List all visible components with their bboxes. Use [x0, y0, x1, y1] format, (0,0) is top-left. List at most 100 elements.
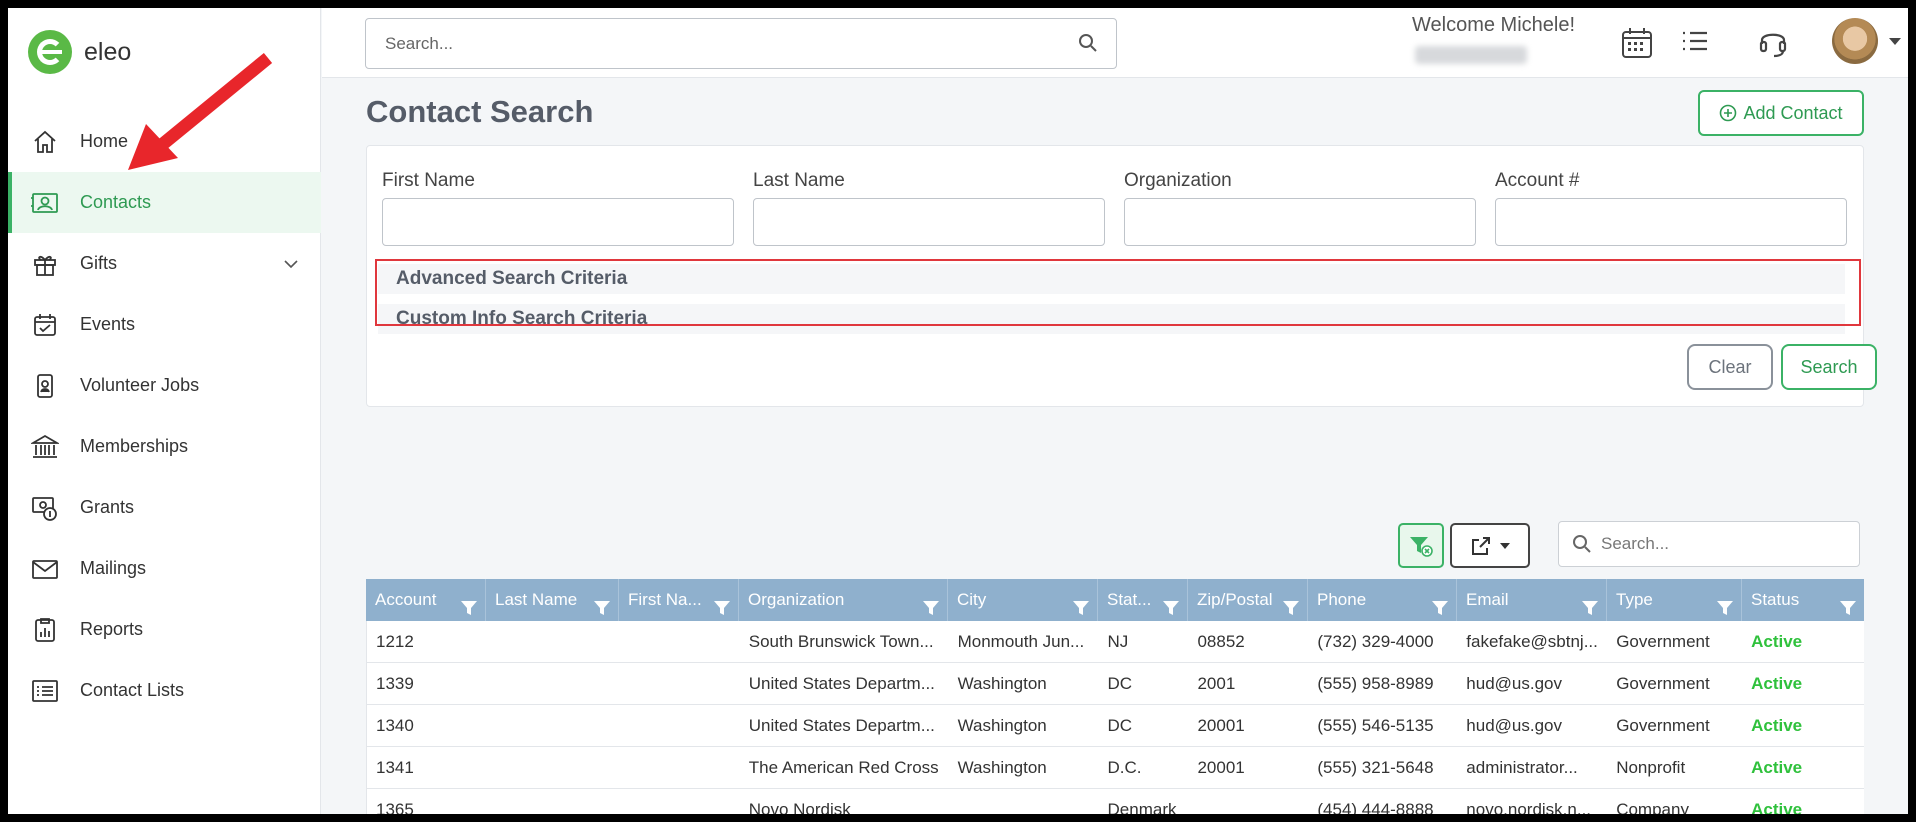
sidebar-item-grants[interactable]: Grants — [8, 477, 321, 538]
filter-icon[interactable] — [1839, 591, 1857, 621]
column-header-status[interactable]: Status — [1742, 579, 1864, 621]
first-name-label: First Name — [382, 170, 475, 191]
filter-icon[interactable] — [1162, 591, 1180, 621]
clear-button[interactable]: Clear — [1687, 344, 1773, 390]
cell-city: Washington — [957, 758, 1047, 777]
cell-state: Denmark — [1107, 800, 1177, 814]
cell-type: Government — [1616, 632, 1710, 651]
filter-icon[interactable] — [713, 591, 731, 621]
search-button[interactable]: Search — [1781, 344, 1877, 390]
table-row[interactable]: 1339 United States Departm... Washington DC… — [366, 663, 1864, 705]
last-name-field[interactable] — [753, 198, 1105, 246]
task-list-icon[interactable] — [1680, 26, 1710, 61]
column-header-zip[interactable]: Zip/Postal — [1188, 579, 1308, 621]
column-header-phone[interactable]: Phone — [1308, 579, 1457, 621]
cell-organization: The American Red Cross — [748, 758, 939, 777]
cell-status: Active — [1751, 758, 1803, 777]
grid-search — [1558, 521, 1860, 567]
column-header-account[interactable]: Account — [366, 579, 486, 621]
filter-icon[interactable] — [460, 591, 478, 621]
cell-status: Active — [1751, 716, 1803, 735]
column-header-state[interactable]: Stat... — [1098, 579, 1188, 621]
column-header-email[interactable]: Email — [1457, 579, 1607, 621]
bank-icon — [30, 432, 60, 462]
search-icon[interactable] — [1078, 33, 1098, 58]
filter-icon[interactable] — [593, 591, 611, 621]
cell-type: Nonprofit — [1616, 758, 1686, 777]
organization-field[interactable] — [1124, 198, 1476, 246]
cell-last-name — [487, 747, 620, 788]
sidebar-item-label: Home — [80, 131, 129, 151]
cell-state: DC — [1107, 716, 1133, 735]
account-number-field[interactable] — [1495, 198, 1847, 246]
headset-icon[interactable] — [1758, 26, 1788, 63]
column-header-city[interactable]: City — [948, 579, 1098, 621]
sidebar-item-contacts[interactable]: Contacts — [8, 172, 321, 233]
column-label: Email — [1466, 590, 1509, 609]
column-header-first-name[interactable]: First Na... — [619, 579, 739, 621]
report-icon — [30, 615, 60, 645]
sidebar-item-label: Memberships — [80, 436, 189, 456]
table-row[interactable]: 1340 United States Departm... Washington DC… — [366, 705, 1864, 747]
table-body: 1212 South Brunswick Town... Monmouth Jun.… — [366, 621, 1864, 814]
column-header-type[interactable]: Type — [1607, 579, 1742, 621]
column-header-organization[interactable]: Organization — [739, 579, 948, 621]
avatar[interactable] — [1832, 18, 1878, 64]
cell-type: Government — [1616, 716, 1710, 735]
filter-icon[interactable] — [1431, 591, 1449, 621]
filter-icon[interactable] — [1581, 591, 1599, 621]
clear-filter-button[interactable] — [1398, 523, 1444, 568]
cell-zip: 20001 — [1197, 716, 1245, 735]
column-label: Zip/Postal — [1197, 590, 1273, 609]
last-name-label: Last Name — [753, 170, 845, 191]
search-icon — [1572, 534, 1592, 559]
caret-down-icon[interactable] — [1889, 38, 1901, 45]
sidebar-item-mailings[interactable]: Mailings — [8, 538, 321, 599]
sidebar-item-volunteer-jobs[interactable]: Volunteer Jobs — [8, 355, 321, 416]
global-search-input[interactable] — [366, 19, 1046, 68]
table-row[interactable]: 1212 South Brunswick Town... Monmouth Jun.… — [366, 621, 1864, 663]
add-contact-button[interactable]: Add Contact — [1698, 90, 1864, 136]
sidebar-item-memberships[interactable]: Memberships — [8, 416, 321, 477]
filter-icon[interactable] — [1716, 591, 1734, 621]
sidebar-item-label: Grants — [80, 497, 135, 517]
eleo-logo-icon — [28, 30, 72, 74]
sidebar-item-label: Contact Lists — [80, 680, 185, 700]
table-header: Account Last Name First Na... Organizati… — [366, 579, 1864, 621]
cell-first-name — [620, 789, 740, 814]
grid-search-input[interactable] — [1601, 522, 1851, 566]
sidebar-item-label: Gifts — [80, 253, 118, 273]
logo-text: eleo — [84, 37, 132, 66]
column-label: Account — [375, 590, 437, 609]
table-row[interactable]: 1341 The American Red Cross Washington D.C.… — [366, 747, 1864, 789]
results-table: Account Last Name First Na... Organizati… — [366, 579, 1864, 814]
sidebar-item-contact-lists[interactable]: Contact Lists — [8, 660, 321, 721]
filter-icon[interactable] — [922, 591, 940, 621]
cell-last-name — [487, 663, 620, 704]
export-dropdown-button[interactable] — [1450, 523, 1530, 568]
global-search — [365, 18, 1117, 69]
organization-label: Organization — [1124, 170, 1232, 191]
cell-zip — [1188, 789, 1308, 814]
column-header-last-name[interactable]: Last Name — [486, 579, 619, 621]
cell-city: Washington — [957, 674, 1047, 693]
chevron-down-icon[interactable] — [283, 253, 299, 274]
annotation-highlight-box — [375, 259, 1861, 326]
cell-email: hud@us.gov — [1466, 716, 1562, 735]
sidebar-item-gifts[interactable]: Gifts — [8, 233, 321, 294]
sidebar-item-reports[interactable]: Reports — [8, 599, 321, 660]
filter-icon[interactable] — [1282, 591, 1300, 621]
caret-down-icon — [1500, 542, 1510, 549]
list-icon — [30, 676, 60, 706]
calendar-icon[interactable] — [1620, 26, 1654, 65]
cell-email: administrator... — [1466, 758, 1578, 777]
annotation-arrow-icon — [128, 52, 273, 170]
table-row[interactable]: 1365 Novo Nordisk Denmark (454) 444-8888 nov… — [366, 789, 1864, 814]
sidebar-item-events[interactable]: Events — [8, 294, 321, 355]
cell-status: Active — [1751, 632, 1803, 651]
logo[interactable]: eleo — [28, 30, 131, 74]
cell-email: hud@us.gov — [1466, 674, 1562, 693]
filter-icon[interactable] — [1072, 591, 1090, 621]
first-name-field[interactable] — [382, 198, 734, 246]
cell-email: novo.nordisk.n... — [1466, 800, 1592, 814]
